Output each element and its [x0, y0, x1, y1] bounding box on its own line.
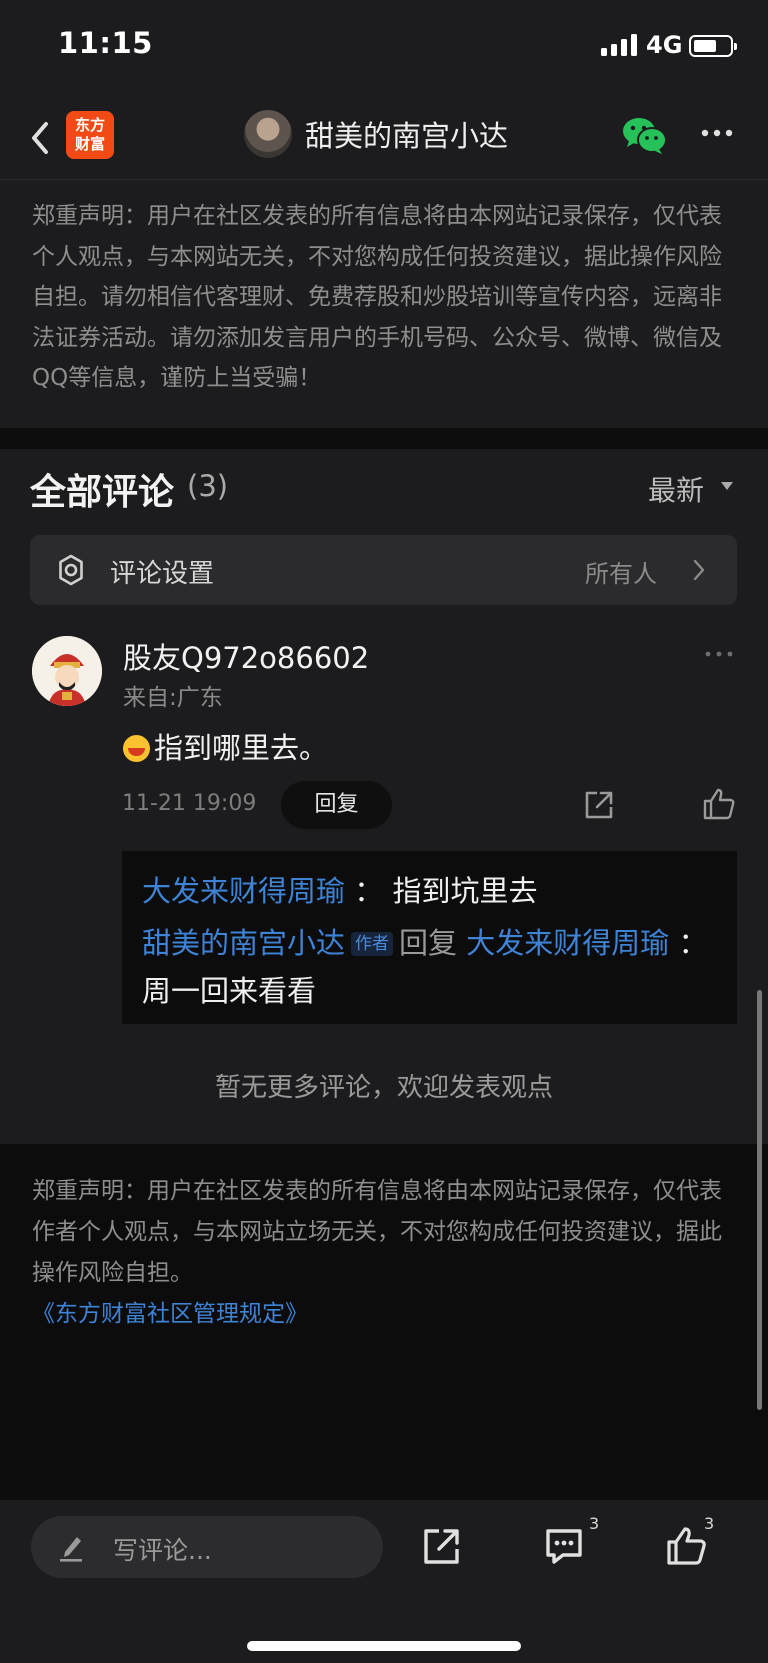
comment-settings-label: 评论设置	[110, 559, 215, 589]
comment-body: 指到哪里去。	[154, 731, 329, 765]
status-bar: 11:15 4G	[0, 0, 768, 96]
caishen-avatar-icon	[32, 636, 102, 706]
comment-location: 来自:广东	[123, 685, 223, 711]
reply-separator: ：	[678, 926, 708, 960]
reply-item: 大发来财得周瑜 ： 指到坑里去	[142, 865, 717, 917]
comment-settings-row[interactable]: 评论设置 所有人	[30, 535, 737, 605]
pen-icon	[60, 1537, 82, 1562]
more-icon[interactable]	[698, 118, 738, 148]
comment-count-badge: 3	[589, 1514, 600, 1533]
comment-input-placeholder: 写评论...	[113, 1536, 212, 1565]
network-label: 4G	[646, 31, 683, 59]
home-indicator	[247, 1641, 521, 1651]
wechat-icon[interactable]	[622, 116, 668, 156]
share-button-icon[interactable]	[421, 1525, 463, 1567]
footer-disclaimer-text: 郑重声明：用户在社区发表的所有信息将由本网站记录保存，仅代表作者个人观点，与本网…	[32, 1178, 722, 1286]
disclaimer-top: 郑重声明：用户在社区发表的所有信息将由本网站记录保存，仅代表个人观点，与本网站无…	[0, 180, 768, 428]
community-rules-link[interactable]: 《东方财富社区管理规定》	[32, 1301, 308, 1327]
bottom-bar: 写评论... 3 3	[0, 1500, 768, 1663]
like-count-badge: 3	[704, 1514, 715, 1533]
scrollbar[interactable]	[757, 990, 762, 1410]
app-logo[interactable]: 东方财富	[66, 111, 114, 159]
reply-button[interactable]: 回复	[281, 781, 392, 829]
page-title: 甜美的南宫小达	[305, 119, 509, 153]
reply-item: 甜美的南宫小达 作者 回复 大发来财得周瑜 ： 周一回来看看	[142, 919, 717, 1015]
battery-icon	[689, 35, 737, 57]
comment-username[interactable]: 股友Q972o86602	[123, 635, 369, 677]
caret-down-icon[interactable]	[721, 482, 733, 490]
comment-input[interactable]: 写评论...	[31, 1516, 383, 1578]
reply-text: 指到坑里去	[392, 874, 538, 908]
reply-separator: ：	[354, 874, 384, 908]
comment-time: 11-21 19:09	[122, 791, 257, 816]
logo-text: 东方财富	[74, 116, 105, 153]
comments-section: 全部评论 (3) 最新 评论设置 所有人 股友Q972o86602 来自:广东 …	[0, 449, 768, 1144]
author-avatar[interactable]	[244, 110, 292, 158]
nav-bar: 东方财富 甜美的南宫小达	[0, 96, 768, 180]
reply-author[interactable]: 大发来财得周瑜	[142, 874, 345, 908]
status-time: 11:15	[58, 26, 153, 60]
reply-verb: 回复	[399, 926, 458, 960]
author-badge: 作者	[351, 932, 394, 956]
comment-text: 指到哪里去。	[123, 725, 328, 767]
reply-target[interactable]: 大发来财得周瑜	[466, 926, 669, 960]
reply-author[interactable]: 甜美的南宫小达	[142, 926, 345, 960]
comment-icon[interactable]	[543, 1525, 585, 1567]
signal-icon	[601, 34, 639, 56]
reply-text: 周一回来看看	[142, 974, 317, 1008]
comment-more-icon[interactable]	[703, 647, 735, 661]
back-icon[interactable]	[26, 116, 56, 160]
thumbs-up-icon[interactable]	[702, 787, 736, 821]
comments-count: (3)	[187, 469, 229, 503]
comment-settings-value: 所有人	[585, 560, 657, 588]
sort-dropdown[interactable]: 最新	[648, 469, 704, 509]
no-more-comments: 暂无更多评论，欢迎发表观点	[214, 1073, 553, 1103]
gear-icon	[59, 554, 83, 586]
share-icon[interactable]	[583, 789, 615, 821]
like-icon[interactable]	[665, 1525, 707, 1567]
chevron-right-icon	[693, 559, 705, 581]
footer-disclaimer: 郑重声明：用户在社区发表的所有信息将由本网站记录保存，仅代表作者个人观点，与本网…	[32, 1171, 737, 1335]
laughing-emoji-icon	[123, 735, 150, 762]
reply-list: 大发来财得周瑜 ： 指到坑里去 甜美的南宫小达 作者 回复 大发来财得周瑜 ： 周一…	[122, 851, 737, 1024]
avatar[interactable]	[32, 636, 102, 706]
comments-title: 全部评论	[30, 472, 175, 513]
